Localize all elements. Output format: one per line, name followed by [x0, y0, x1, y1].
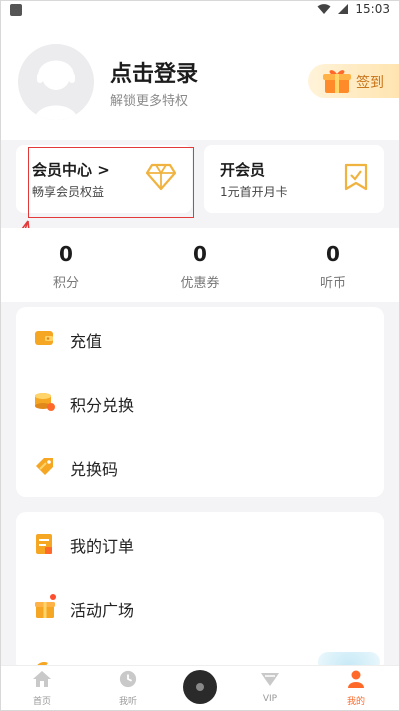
status-bar: 15:03 [0, 0, 400, 22]
menu-item-activity-plaza[interactable]: 活动广场 [16, 582, 384, 632]
disc-icon[interactable] [183, 670, 217, 704]
menu-label: 我的订单 [70, 537, 135, 556]
checkin-label: 签到 [356, 75, 384, 91]
menu-item-recharge[interactable]: 充值 [16, 313, 384, 363]
wifi-icon [317, 4, 331, 14]
coins-icon [35, 393, 55, 411]
stat-label: 优惠券 [180, 276, 220, 291]
stat-value: 0 [59, 242, 73, 266]
tab-profile[interactable]: 我的 [326, 670, 386, 707]
home-icon [33, 671, 51, 687]
stat-coupons[interactable]: 0 优惠券 [160, 242, 240, 291]
login-subtitle: 解锁更多特权 [110, 94, 189, 109]
clock-icon [119, 670, 137, 688]
tab-label: 首页 [32, 697, 51, 707]
vip-icon [261, 673, 279, 686]
stat-coins[interactable]: 0 听币 [293, 242, 373, 291]
gift-icon [323, 70, 351, 93]
checkin-button[interactable]: 签到 [308, 64, 400, 98]
stat-label: 积分 [52, 276, 79, 291]
menu-item-orders[interactable]: 我的订单 [16, 518, 384, 568]
voucher-icon [344, 163, 368, 191]
bottom-tab-bar: 首页 我听 VIP 我的 [0, 665, 400, 711]
stat-points[interactable]: 0 积分 [26, 242, 106, 291]
highlight-box [28, 147, 194, 218]
status-right: 15:03 [317, 2, 390, 16]
gift-box-icon [35, 602, 55, 618]
tab-label: 我听 [118, 697, 137, 707]
stat-value: 0 [193, 242, 207, 266]
notification-icon [10, 4, 22, 16]
tab-home[interactable]: 首页 [12, 670, 72, 707]
status-time: 15:03 [355, 2, 390, 16]
stat-label: 听币 [319, 276, 346, 291]
menu-label: 积分兑换 [70, 396, 135, 415]
menu-label: 兑换码 [70, 460, 119, 479]
order-icon [36, 534, 52, 554]
menu-item-points-exchange[interactable]: 积分兑换 [16, 377, 384, 427]
profile-header: 点击登录 解锁更多特权 签到 [0, 22, 400, 140]
open-vip-title: 开会员 [220, 161, 266, 179]
tab-label: VIP [262, 694, 278, 704]
notification-dot [50, 594, 56, 600]
menu-item-redeem-code[interactable]: 兑换码 [16, 441, 384, 491]
wallet-icon [35, 331, 53, 345]
open-vip-card[interactable]: 开会员 1元首开月卡 [204, 145, 384, 213]
stats-bar: 0 积分 0 优惠券 0 听币 [0, 228, 400, 302]
tag-icon [36, 458, 53, 475]
stat-value: 0 [326, 242, 340, 266]
profile-icon [348, 670, 364, 688]
menu-group-wallet: 充值 积分兑换 兑换码 [16, 307, 384, 497]
default-avatar-icon [34, 60, 78, 120]
menu-label: 充值 [70, 332, 103, 351]
tab-label: 我的 [346, 697, 365, 707]
signal-icon [338, 4, 349, 14]
open-vip-subtitle: 1元首开月卡 [220, 185, 288, 199]
avatar[interactable] [18, 44, 94, 120]
menu-label: 活动广场 [70, 601, 135, 620]
tab-vip[interactable]: VIP [240, 670, 300, 704]
tab-listen[interactable]: 我听 [98, 670, 158, 707]
menu-group-activity: 我的订单 活动广场 夜间模式 [16, 512, 384, 672]
login-title[interactable]: 点击登录 [110, 56, 198, 88]
